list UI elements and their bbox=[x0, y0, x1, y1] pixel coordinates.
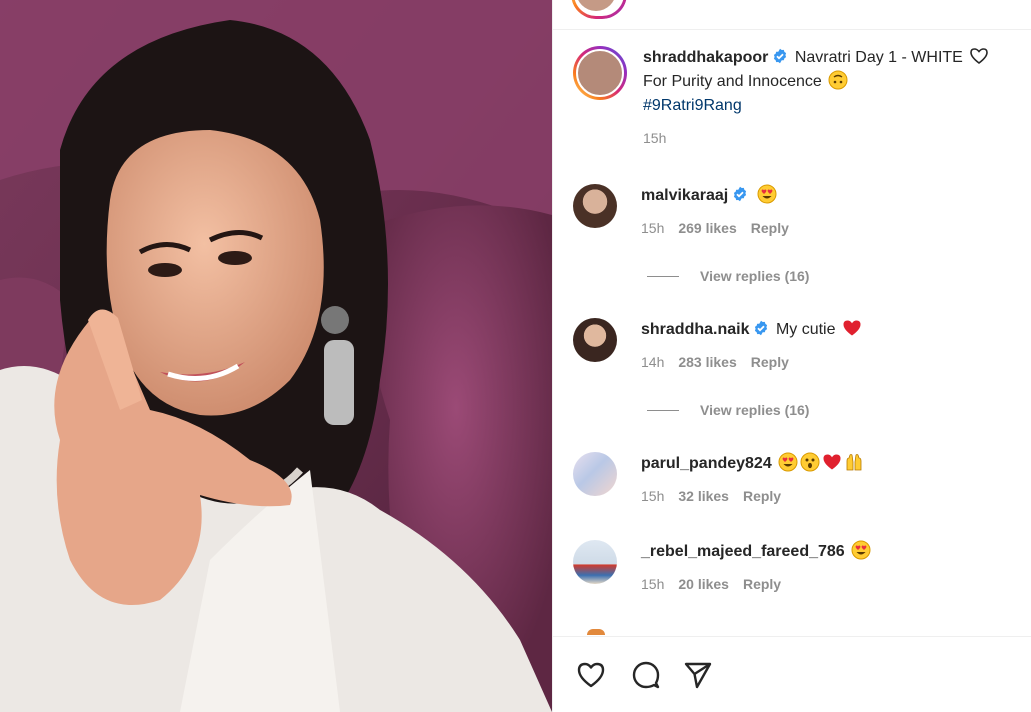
raised-hands-emoji-icon bbox=[846, 454, 862, 471]
commenter-avatar[interactable] bbox=[573, 184, 617, 228]
commenter-avatar[interactable] bbox=[573, 318, 617, 362]
heart-eyes-emoji-icon bbox=[851, 540, 871, 560]
comment-button[interactable] bbox=[629, 658, 663, 692]
post-detail-panel: shraddhakapoor Navratri Day 1 - WHITE Fo… bbox=[552, 0, 1031, 712]
comment-reply-button[interactable]: Reply bbox=[751, 350, 789, 374]
author-username[interactable]: shraddhakapoor bbox=[643, 49, 768, 66]
comment-likes[interactable]: 269 likes bbox=[678, 216, 736, 240]
white-heart-icon bbox=[970, 48, 989, 65]
astonished-emoji-icon bbox=[800, 452, 820, 472]
like-button[interactable] bbox=[574, 658, 608, 692]
comment-item: shraddha.naik My cutie 14h 283 likes Rep… bbox=[573, 318, 1031, 374]
commenter-avatar[interactable] bbox=[573, 540, 617, 584]
view-replies-button[interactable]: View replies (16) bbox=[647, 268, 809, 284]
post-header-strip bbox=[553, 0, 1031, 30]
view-replies-line bbox=[647, 275, 679, 277]
comment-likes[interactable]: 32 likes bbox=[678, 484, 729, 508]
paper-plane-icon bbox=[684, 662, 712, 689]
post-actions-bar bbox=[553, 636, 1031, 712]
commenter-avatar[interactable] bbox=[573, 452, 617, 496]
comment-item: _rebel_majeed_fareed_786 15h 20 likes Re… bbox=[573, 540, 1031, 596]
view-replies-label: View replies (16) bbox=[700, 402, 810, 418]
comment-item: parul_pandey824 15h 32 likes Reply bbox=[573, 452, 1031, 508]
caption-hashtag[interactable]: #9Ratri9Rang bbox=[643, 97, 742, 114]
commenter-username[interactable]: malvikaraaj bbox=[641, 187, 728, 204]
comment-reply-button[interactable]: Reply bbox=[743, 572, 781, 596]
view-replies-label: View replies (16) bbox=[700, 268, 810, 284]
heart-outline-icon bbox=[577, 662, 605, 688]
comment-time: 15h bbox=[641, 220, 665, 236]
post-time: 15h bbox=[643, 130, 667, 146]
post-caption: shraddhakapoor Navratri Day 1 - WHITE Fo… bbox=[573, 46, 1031, 150]
caption-text: Navratri Day 1 - WHITE bbox=[794, 49, 963, 66]
comment-text: My cutie bbox=[775, 321, 836, 338]
verified-badge-icon bbox=[774, 48, 787, 64]
comment-reply-button[interactable]: Reply bbox=[751, 216, 789, 240]
caption-text-line2: For Purity and Innocence bbox=[643, 73, 822, 90]
comment-bubble-icon bbox=[632, 661, 660, 689]
view-replies-button[interactable]: View replies (16) bbox=[647, 402, 809, 418]
red-heart-emoji-icon bbox=[843, 320, 861, 336]
comment-time: 14h bbox=[641, 354, 665, 370]
heart-eyes-emoji-icon bbox=[757, 184, 777, 204]
upside-down-face-icon bbox=[828, 70, 848, 90]
next-comment-avatar[interactable] bbox=[587, 629, 605, 635]
header-avatar[interactable] bbox=[571, 0, 621, 16]
heart-eyes-emoji-icon bbox=[778, 452, 798, 472]
comment-likes[interactable]: 20 likes bbox=[678, 572, 729, 596]
comment-time: 15h bbox=[641, 576, 665, 592]
comments-scroll-area[interactable]: shraddhakapoor Navratri Day 1 - WHITE Fo… bbox=[553, 30, 1031, 636]
author-avatar[interactable] bbox=[573, 46, 627, 100]
verified-badge-icon bbox=[755, 320, 768, 336]
comment-likes[interactable]: 283 likes bbox=[678, 350, 736, 374]
comment-reply-button[interactable]: Reply bbox=[743, 484, 781, 508]
commenter-username[interactable]: _rebel_majeed_fareed_786 bbox=[641, 543, 845, 560]
commenter-username[interactable]: parul_pandey824 bbox=[641, 455, 772, 472]
view-replies-line bbox=[647, 409, 679, 411]
comment-time: 15h bbox=[641, 488, 665, 504]
share-button[interactable] bbox=[681, 658, 715, 692]
verified-badge-icon bbox=[734, 186, 747, 202]
red-heart-emoji-icon bbox=[823, 454, 841, 470]
comment-item: malvikaraaj 15h 269 likes Reply bbox=[573, 184, 1031, 240]
post-photo-illustration bbox=[0, 0, 552, 712]
post-photo[interactable] bbox=[0, 0, 552, 712]
commenter-username[interactable]: shraddha.naik bbox=[641, 321, 749, 338]
